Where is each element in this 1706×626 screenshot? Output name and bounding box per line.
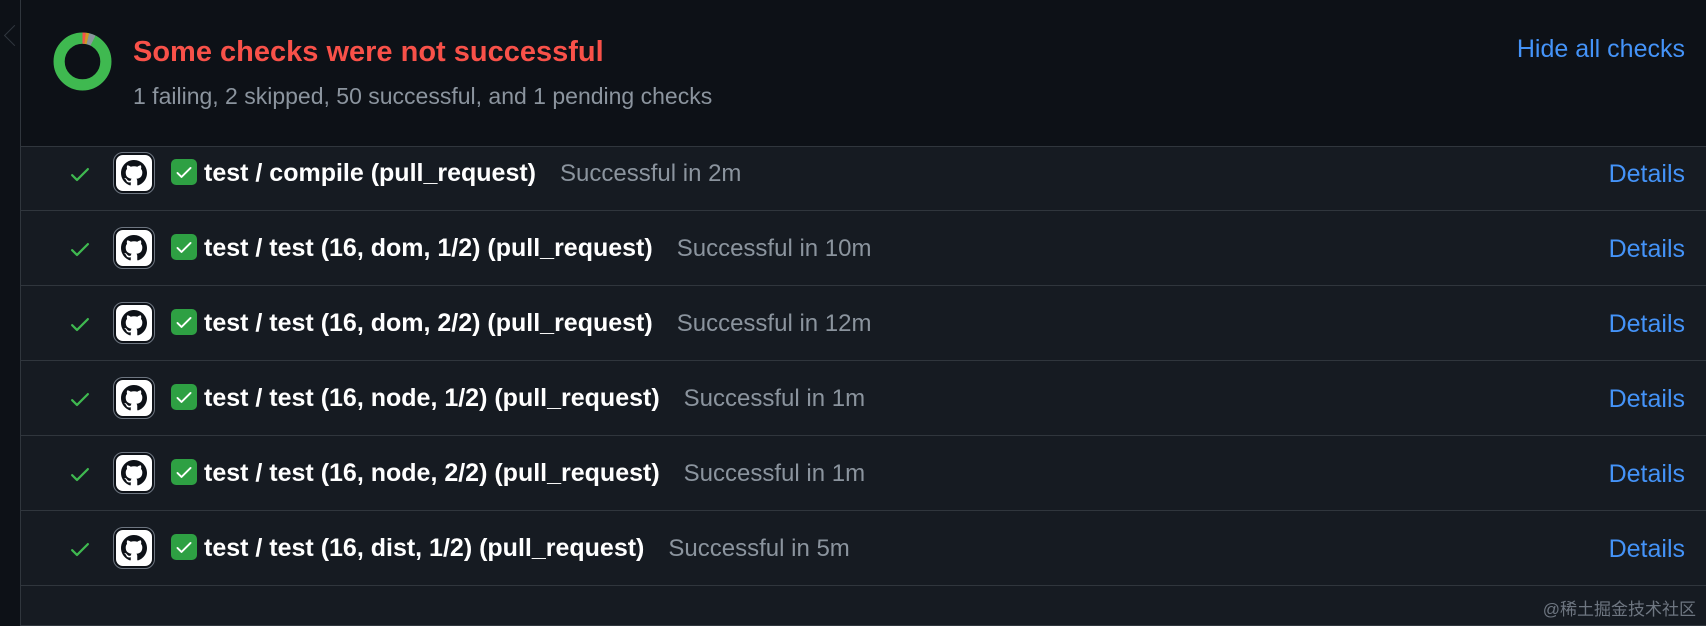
check-icon	[71, 243, 89, 257]
checks-list: test / compile (pull_request) Successful …	[21, 147, 1706, 626]
details-link[interactable]: Details	[1609, 160, 1685, 189]
check-status: Successful in 5m	[668, 535, 850, 562]
details-link[interactable]: Details	[1609, 235, 1685, 264]
check-icon	[71, 168, 89, 182]
check-icon	[71, 393, 89, 407]
github-actions-icon	[113, 302, 155, 344]
checks-header: Some checks were not successful 1 failin…	[21, 0, 1706, 147]
check-name: test / test (16, node, 2/2) (pull_reques…	[204, 459, 866, 487]
status-donut-icon	[53, 32, 112, 91]
checks-title: Some checks were not successful	[133, 36, 604, 68]
white-check-mark-icon	[171, 309, 197, 335]
check-name: test / test (16, node, 1/2) (pull_reques…	[204, 384, 866, 412]
github-actions-icon	[113, 527, 155, 569]
check-status: Successful in 1m	[683, 385, 866, 412]
check-row: test / test (16, node, 2/2) (pull_reques…	[21, 436, 1706, 511]
github-actions-icon	[113, 452, 155, 494]
details-link[interactable]: Details	[1609, 535, 1685, 564]
checks-panel: Some checks were not successful 1 failin…	[20, 0, 1706, 626]
white-check-mark-icon	[171, 534, 197, 560]
white-check-mark-icon	[171, 384, 197, 410]
details-link[interactable]: Details	[1609, 460, 1685, 489]
details-link[interactable]: Details	[1609, 310, 1685, 339]
check-row-partial	[21, 586, 1706, 626]
github-actions-icon	[113, 377, 155, 419]
check-row: test / test (16, dist, 1/2) (pull_reques…	[21, 511, 1706, 586]
check-icon	[71, 318, 89, 332]
details-link[interactable]: Details	[1609, 385, 1685, 414]
check-row: test / test (16, dom, 1/2) (pull_request…	[21, 211, 1706, 286]
check-name: test / compile (pull_request) Successful …	[204, 159, 742, 187]
github-actions-icon	[113, 152, 155, 194]
checks-summary: 1 failing, 2 skipped, 50 successful, and…	[133, 83, 713, 109]
white-check-mark-icon	[171, 234, 197, 260]
check-status: Successful in 12m	[676, 310, 872, 337]
watermark: @稀土掘金技术社区	[1542, 600, 1696, 619]
check-row: test / compile (pull_request) Successful …	[21, 147, 1706, 211]
check-name: test / test (16, dom, 2/2) (pull_request…	[204, 309, 872, 337]
check-row: test / test (16, dom, 2/2) (pull_request…	[21, 286, 1706, 361]
check-name: test / test (16, dist, 1/2) (pull_reques…	[204, 534, 850, 562]
white-check-mark-icon	[171, 159, 197, 185]
check-icon	[71, 468, 89, 482]
check-status: Successful in 2m	[560, 160, 742, 187]
check-icon	[71, 543, 89, 557]
check-status: Successful in 1m	[683, 460, 866, 487]
check-status: Successful in 10m	[676, 235, 872, 262]
white-check-mark-icon	[171, 459, 197, 485]
check-name: test / test (16, dom, 1/2) (pull_request…	[204, 234, 872, 262]
check-row: test / test (16, node, 1/2) (pull_reques…	[21, 361, 1706, 436]
hide-all-checks-link[interactable]: Hide all checks	[1517, 35, 1685, 64]
github-actions-icon	[113, 227, 155, 269]
